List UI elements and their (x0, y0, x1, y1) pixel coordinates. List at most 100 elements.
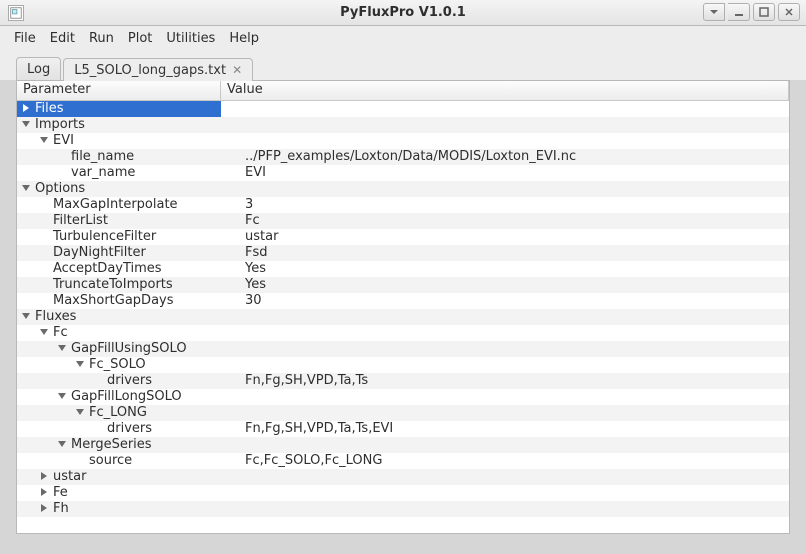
config-tree[interactable]: Files Imports EVI file_name ../PFP_examp… (17, 101, 789, 517)
expand-icon[interactable] (39, 327, 51, 339)
window-title: PyFluxPro V1.0.1 (0, 5, 806, 20)
expand-icon[interactable] (57, 343, 69, 355)
window-menu-button[interactable] (703, 3, 725, 21)
label-fc: Fc (51, 325, 68, 341)
key-drivers-solo: drivers (105, 373, 152, 389)
row-source[interactable]: source Fc,Fc_SOLO,Fc_LONG (17, 453, 789, 469)
val-var-name: EVI (245, 165, 266, 181)
menu-file[interactable]: File (14, 31, 36, 46)
tab-log-label: Log (27, 62, 50, 77)
tab-log[interactable]: Log (16, 57, 61, 80)
collapse-icon[interactable] (39, 487, 51, 499)
expand-icon[interactable] (21, 183, 33, 195)
collapse-icon[interactable] (39, 471, 51, 483)
column-header-value[interactable]: Value (221, 81, 789, 100)
key-maxgap: MaxGapInterpolate (51, 197, 178, 213)
row-evi[interactable]: EVI (17, 133, 789, 149)
collapse-icon[interactable] (39, 503, 51, 515)
maximize-button[interactable] (753, 3, 775, 21)
menu-help[interactable]: Help (229, 31, 259, 46)
row-truncate[interactable]: TruncateToImports Yes (17, 277, 789, 293)
val-truncate: Yes (245, 277, 266, 293)
tab-active-file-label: L5_SOLO_long_gaps.txt (74, 63, 226, 78)
label-imports: Imports (33, 117, 85, 133)
collapse-icon[interactable] (21, 103, 33, 115)
val-file-name: ../PFP_examples/Loxton/Data/MODIS/Loxton… (245, 149, 576, 165)
label-files: Files (33, 101, 64, 117)
column-header-parameter[interactable]: Parameter (17, 81, 221, 100)
row-gapfilllong[interactable]: GapFillLongSOLO (17, 389, 789, 405)
row-fc[interactable]: Fc (17, 325, 789, 341)
expand-icon[interactable] (39, 135, 51, 147)
label-fe: Fe (51, 485, 68, 501)
window-button-group (703, 3, 800, 21)
row-daynight[interactable]: DayNightFilter Fsd (17, 245, 789, 261)
row-var-name[interactable]: var_name EVI (17, 165, 789, 181)
expand-icon[interactable] (21, 119, 33, 131)
window-titlebar: PyFluxPro V1.0.1 (0, 0, 806, 26)
content-frame: Parameter Value Files Imports EVI (16, 80, 790, 534)
expand-icon[interactable] (57, 391, 69, 403)
val-daynight: Fsd (245, 245, 268, 261)
row-acceptday[interactable]: AcceptDayTimes Yes (17, 261, 789, 277)
val-turbulence: ustar (245, 229, 278, 245)
val-drivers-long: Fn,Fg,SH,VPD,Ta,Ts,EVI (245, 421, 393, 437)
row-gapfillsolo[interactable]: GapFillUsingSOLO (17, 341, 789, 357)
key-source: source (87, 453, 132, 469)
close-button[interactable] (778, 3, 800, 21)
menubar: File Edit Run Plot Utilities Help (0, 26, 806, 52)
label-mergeseries: MergeSeries (69, 437, 152, 453)
tab-active-file[interactable]: L5_SOLO_long_gaps.txt ✕ (63, 58, 253, 81)
menu-utilities[interactable]: Utilities (166, 31, 215, 46)
key-file-name: file_name (69, 149, 134, 165)
row-files[interactable]: Files (17, 101, 789, 117)
row-fluxes[interactable]: Fluxes (17, 309, 789, 325)
key-acceptday: AcceptDayTimes (51, 261, 162, 277)
label-fh: Fh (51, 501, 69, 517)
row-turbulence[interactable]: TurbulenceFilter ustar (17, 229, 789, 245)
label-fc-long: Fc_LONG (87, 405, 147, 421)
menu-run[interactable]: Run (89, 31, 114, 46)
expand-icon[interactable] (21, 311, 33, 323)
expand-icon[interactable] (57, 439, 69, 451)
key-daynight: DayNightFilter (51, 245, 146, 261)
row-options[interactable]: Options (17, 181, 789, 197)
label-gapfilllong: GapFillLongSOLO (69, 389, 182, 405)
val-source: Fc,Fc_SOLO,Fc_LONG (245, 453, 382, 469)
expand-icon[interactable] (75, 407, 87, 419)
row-maxshort[interactable]: MaxShortGapDays 30 (17, 293, 789, 309)
label-fc-solo: Fc_SOLO (87, 357, 146, 373)
row-mergeseries[interactable]: MergeSeries (17, 437, 789, 453)
label-evi: EVI (51, 133, 74, 149)
label-options: Options (33, 181, 85, 197)
val-filterlist: Fc (245, 213, 260, 229)
label-gapfillsolo: GapFillUsingSOLO (69, 341, 187, 357)
row-imports[interactable]: Imports (17, 117, 789, 133)
row-maxgap[interactable]: MaxGapInterpolate 3 (17, 197, 789, 213)
row-drivers-long[interactable]: drivers Fn,Fg,SH,VPD,Ta,Ts,EVI (17, 421, 789, 437)
key-truncate: TruncateToImports (51, 277, 173, 293)
tab-strip: Log L5_SOLO_long_gaps.txt ✕ (0, 52, 806, 80)
tab-close-icon[interactable]: ✕ (232, 63, 242, 77)
menu-plot[interactable]: Plot (128, 31, 153, 46)
val-drivers-solo: Fn,Fg,SH,VPD,Ta,Ts (245, 373, 368, 389)
label-ustar: ustar (51, 469, 86, 485)
row-fh[interactable]: Fh (17, 501, 789, 517)
key-maxshort: MaxShortGapDays (51, 293, 174, 309)
val-maxgap: 3 (245, 197, 253, 213)
row-filterlist[interactable]: FilterList Fc (17, 213, 789, 229)
row-fe[interactable]: Fe (17, 485, 789, 501)
key-var-name: var_name (69, 165, 135, 181)
column-headers: Parameter Value (17, 81, 789, 101)
row-fc-solo[interactable]: Fc_SOLO (17, 357, 789, 373)
minimize-button[interactable] (728, 3, 750, 21)
key-turbulence: TurbulenceFilter (51, 229, 156, 245)
app-icon (8, 5, 24, 21)
row-fc-long[interactable]: Fc_LONG (17, 405, 789, 421)
val-acceptday: Yes (245, 261, 266, 277)
expand-icon[interactable] (75, 359, 87, 371)
row-drivers-solo[interactable]: drivers Fn,Fg,SH,VPD,Ta,Ts (17, 373, 789, 389)
menu-edit[interactable]: Edit (50, 31, 75, 46)
row-ustar[interactable]: ustar (17, 469, 789, 485)
row-file-name[interactable]: file_name ../PFP_examples/Loxton/Data/MO… (17, 149, 789, 165)
